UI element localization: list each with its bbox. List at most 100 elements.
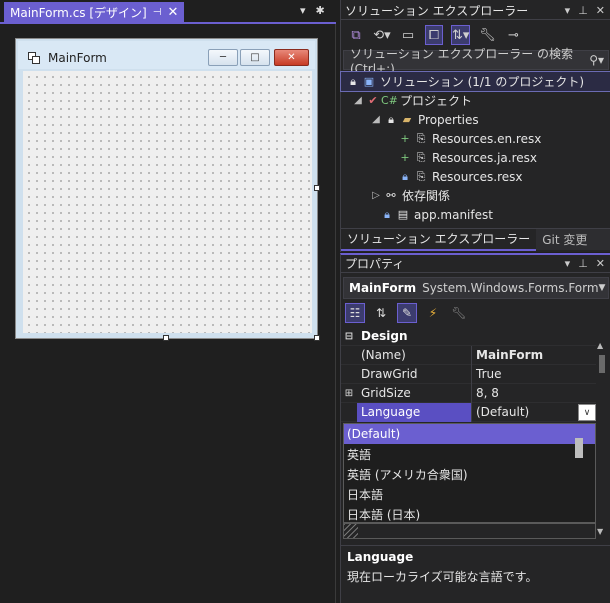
tree-item-resources[interactable]: 🔒︎ ⎘ Resources.resx bbox=[341, 167, 610, 186]
tree-item-solution[interactable]: 🔒︎ ▣ ソリューション (1/1 のプロジェクト) bbox=[340, 71, 610, 92]
minimize-button[interactable]: ─ bbox=[208, 49, 238, 66]
chevron-down-icon[interactable]: ▾ bbox=[300, 4, 306, 17]
close-icon[interactable]: ✕ bbox=[596, 257, 605, 270]
language-option[interactable]: 日本語 (日本) bbox=[344, 504, 595, 524]
properties-toolbar: ☷ ⇅ ✎ ⚡ 🔧︎ bbox=[341, 301, 610, 325]
lock-icon: 🔒︎ bbox=[384, 207, 390, 221]
gear-icon[interactable]: ✱ bbox=[316, 4, 325, 17]
language-dropdown-list[interactable]: (Default) 英語 英語 (アメリカ合衆国) 日本語 日本語 (日本) bbox=[343, 423, 596, 523]
added-plus-icon: + bbox=[400, 132, 410, 145]
tree-item-project[interactable]: ◢ ✔ C# プロジェクト bbox=[341, 91, 610, 110]
property-row-name[interactable]: (Name) MainForm bbox=[341, 345, 596, 365]
property-value[interactable]: 8, 8 bbox=[471, 383, 596, 403]
scroll-up-icon[interactable]: ▲ bbox=[597, 341, 603, 350]
scrollbar-thumb[interactable] bbox=[599, 355, 605, 373]
pin-icon[interactable]: ⊣ bbox=[153, 7, 162, 18]
expand-chevron-icon[interactable]: ◢ bbox=[369, 114, 383, 125]
added-plus-icon: + bbox=[400, 151, 410, 164]
events-lightning-icon[interactable]: ⚡ bbox=[423, 303, 443, 323]
language-option[interactable]: 英語 (アメリカ合衆国) bbox=[344, 464, 595, 484]
description-title: Language bbox=[347, 550, 414, 564]
show-all-files-icon[interactable]: ⧠ bbox=[425, 25, 443, 45]
lock-icon: 🔒︎ bbox=[388, 112, 394, 126]
property-value[interactable]: True bbox=[471, 364, 596, 384]
history-icon[interactable]: ⟲▾ bbox=[373, 25, 391, 45]
tab-git-changes[interactable]: Git 変更 bbox=[536, 229, 593, 251]
property-row-drawgrid[interactable]: DrawGrid True bbox=[341, 364, 596, 384]
category-design[interactable]: ⊟ Design bbox=[341, 327, 596, 346]
property-pages-wrench-icon[interactable]: 🔧︎ bbox=[449, 303, 469, 323]
property-name: DrawGrid bbox=[361, 367, 418, 381]
alphabetical-icon[interactable]: ⇅ bbox=[371, 303, 391, 323]
checkmark-icon: ✔ bbox=[368, 94, 378, 107]
property-row-language[interactable]: Language (Default) ∨ bbox=[341, 402, 596, 422]
chevron-down-icon[interactable]: ∨ bbox=[578, 404, 596, 421]
resx-file-icon: ⎘ bbox=[416, 169, 426, 183]
category-label: Design bbox=[361, 329, 408, 343]
form-titlebar[interactable]: MainForm ─ □ ✕ bbox=[18, 41, 315, 69]
resx-file-icon: ⎘ bbox=[416, 131, 426, 145]
property-grid-scrollbar[interactable]: ▲ ▼ bbox=[596, 341, 608, 541]
chevron-down-icon[interactable]: ▾ bbox=[565, 257, 571, 270]
language-option[interactable]: (Default) bbox=[344, 424, 595, 444]
switch-views-icon[interactable]: ⧉ bbox=[347, 25, 365, 45]
csharp-project-icon: C# bbox=[381, 94, 398, 107]
solution-icon: ▣ bbox=[363, 75, 375, 88]
chevron-down-icon[interactable]: ▼ bbox=[599, 283, 610, 293]
property-description: Language 現在ローカライズ可能な言語です。 bbox=[341, 545, 610, 603]
tree-item-resources-ja[interactable]: + ⎘ Resources.ja.resx bbox=[341, 148, 610, 167]
dropdown-scrollbar-thumb[interactable] bbox=[575, 438, 583, 458]
collapse-box-icon[interactable]: ⊟ bbox=[341, 331, 357, 342]
tree-item-app-manifest[interactable]: 🔒︎ ▤ app.manifest bbox=[341, 205, 610, 224]
tree-item-dependencies[interactable]: ▷ ⚯ 依存関係 bbox=[341, 186, 610, 205]
tree-item-label: Resources.ja.resx bbox=[432, 150, 538, 165]
properties-panel: プロパティ ▾ ⊥ ✕ MainForm System.Windows.Form… bbox=[340, 253, 610, 603]
tree-item-label: Properties bbox=[418, 112, 479, 127]
tree-item-properties[interactable]: ◢ 🔒︎ ▰ Properties bbox=[341, 110, 610, 129]
search-icon[interactable]: ⚲▾ bbox=[589, 53, 608, 67]
sync-icon[interactable]: ⇅▾ bbox=[451, 25, 471, 45]
pin-icon[interactable]: ⊥ bbox=[578, 4, 588, 17]
property-name: Language bbox=[357, 402, 471, 422]
resize-handle-right[interactable] bbox=[314, 185, 320, 191]
tree-item-label: プロジェクト bbox=[400, 94, 473, 108]
document-tools: ▾ ✱ bbox=[300, 4, 325, 17]
property-value[interactable]: MainForm bbox=[471, 345, 596, 365]
object-selector[interactable]: MainForm System.Windows.Forms.Form ▼ bbox=[343, 277, 609, 299]
solution-search-input[interactable]: ソリューション エクスプローラー の検索 (Ctrl+;) ⚲▾ bbox=[343, 47, 609, 76]
property-row-gridsize[interactable]: ⊞ GridSize 8, 8 bbox=[341, 383, 596, 403]
tab-solution-explorer[interactable]: ソリューション エクスプローラー bbox=[341, 228, 537, 251]
wrench-icon[interactable]: 🔧︎ bbox=[478, 25, 496, 45]
tree-item-resources-en[interactable]: + ⎘ Resources.en.resx bbox=[341, 129, 610, 148]
tree-item-label: 依存関係 bbox=[402, 189, 451, 203]
tree-item-label: app.manifest bbox=[414, 207, 493, 222]
object-type: System.Windows.Forms.Form bbox=[422, 281, 599, 295]
scroll-down-icon[interactable]: ▼ bbox=[597, 527, 603, 536]
solution-explorer-titlebar: ソリューション エクスプローラー ▾ ⊥ ✕ bbox=[341, 2, 610, 20]
resx-file-icon: ⎘ bbox=[416, 150, 426, 164]
document-tab[interactable]: MainForm.cs [デザイン] ⊣ ✕ bbox=[4, 2, 185, 22]
expand-chevron-icon[interactable]: ◢ bbox=[351, 95, 365, 106]
resize-handle-bottom[interactable] bbox=[163, 335, 169, 341]
close-icon[interactable]: ✕ bbox=[596, 4, 605, 17]
property-name: (Name) bbox=[361, 348, 406, 362]
form-client-area[interactable] bbox=[23, 71, 312, 333]
form-close-button[interactable]: ✕ bbox=[274, 49, 309, 66]
lock-icon: 🔒︎ bbox=[350, 74, 356, 88]
dropdown-resize-grip[interactable] bbox=[343, 523, 596, 539]
expand-box-icon[interactable]: ⊞ bbox=[341, 388, 357, 399]
categorized-icon[interactable]: ☷ bbox=[345, 303, 365, 323]
solution-explorer-title: ソリューション エクスプローラー bbox=[345, 4, 529, 18]
maximize-button[interactable]: □ bbox=[240, 49, 270, 66]
chevron-down-icon[interactable]: ▾ bbox=[565, 4, 571, 17]
properties-icon[interactable]: ✎ bbox=[397, 303, 417, 323]
collapse-all-icon[interactable]: ▭ bbox=[399, 25, 417, 45]
mainform-window[interactable]: MainForm ─ □ ✕ bbox=[15, 38, 318, 339]
pin-icon[interactable]: ⊥ bbox=[578, 257, 588, 270]
language-option[interactable]: 日本語 bbox=[344, 484, 595, 504]
resize-handle-corner[interactable] bbox=[314, 335, 320, 341]
collapse-chevron-icon[interactable]: ▷ bbox=[369, 190, 383, 201]
preview-icon[interactable]: ⊸ bbox=[504, 25, 522, 45]
language-option[interactable]: 英語 bbox=[344, 444, 595, 464]
close-icon[interactable]: ✕ bbox=[167, 5, 178, 20]
